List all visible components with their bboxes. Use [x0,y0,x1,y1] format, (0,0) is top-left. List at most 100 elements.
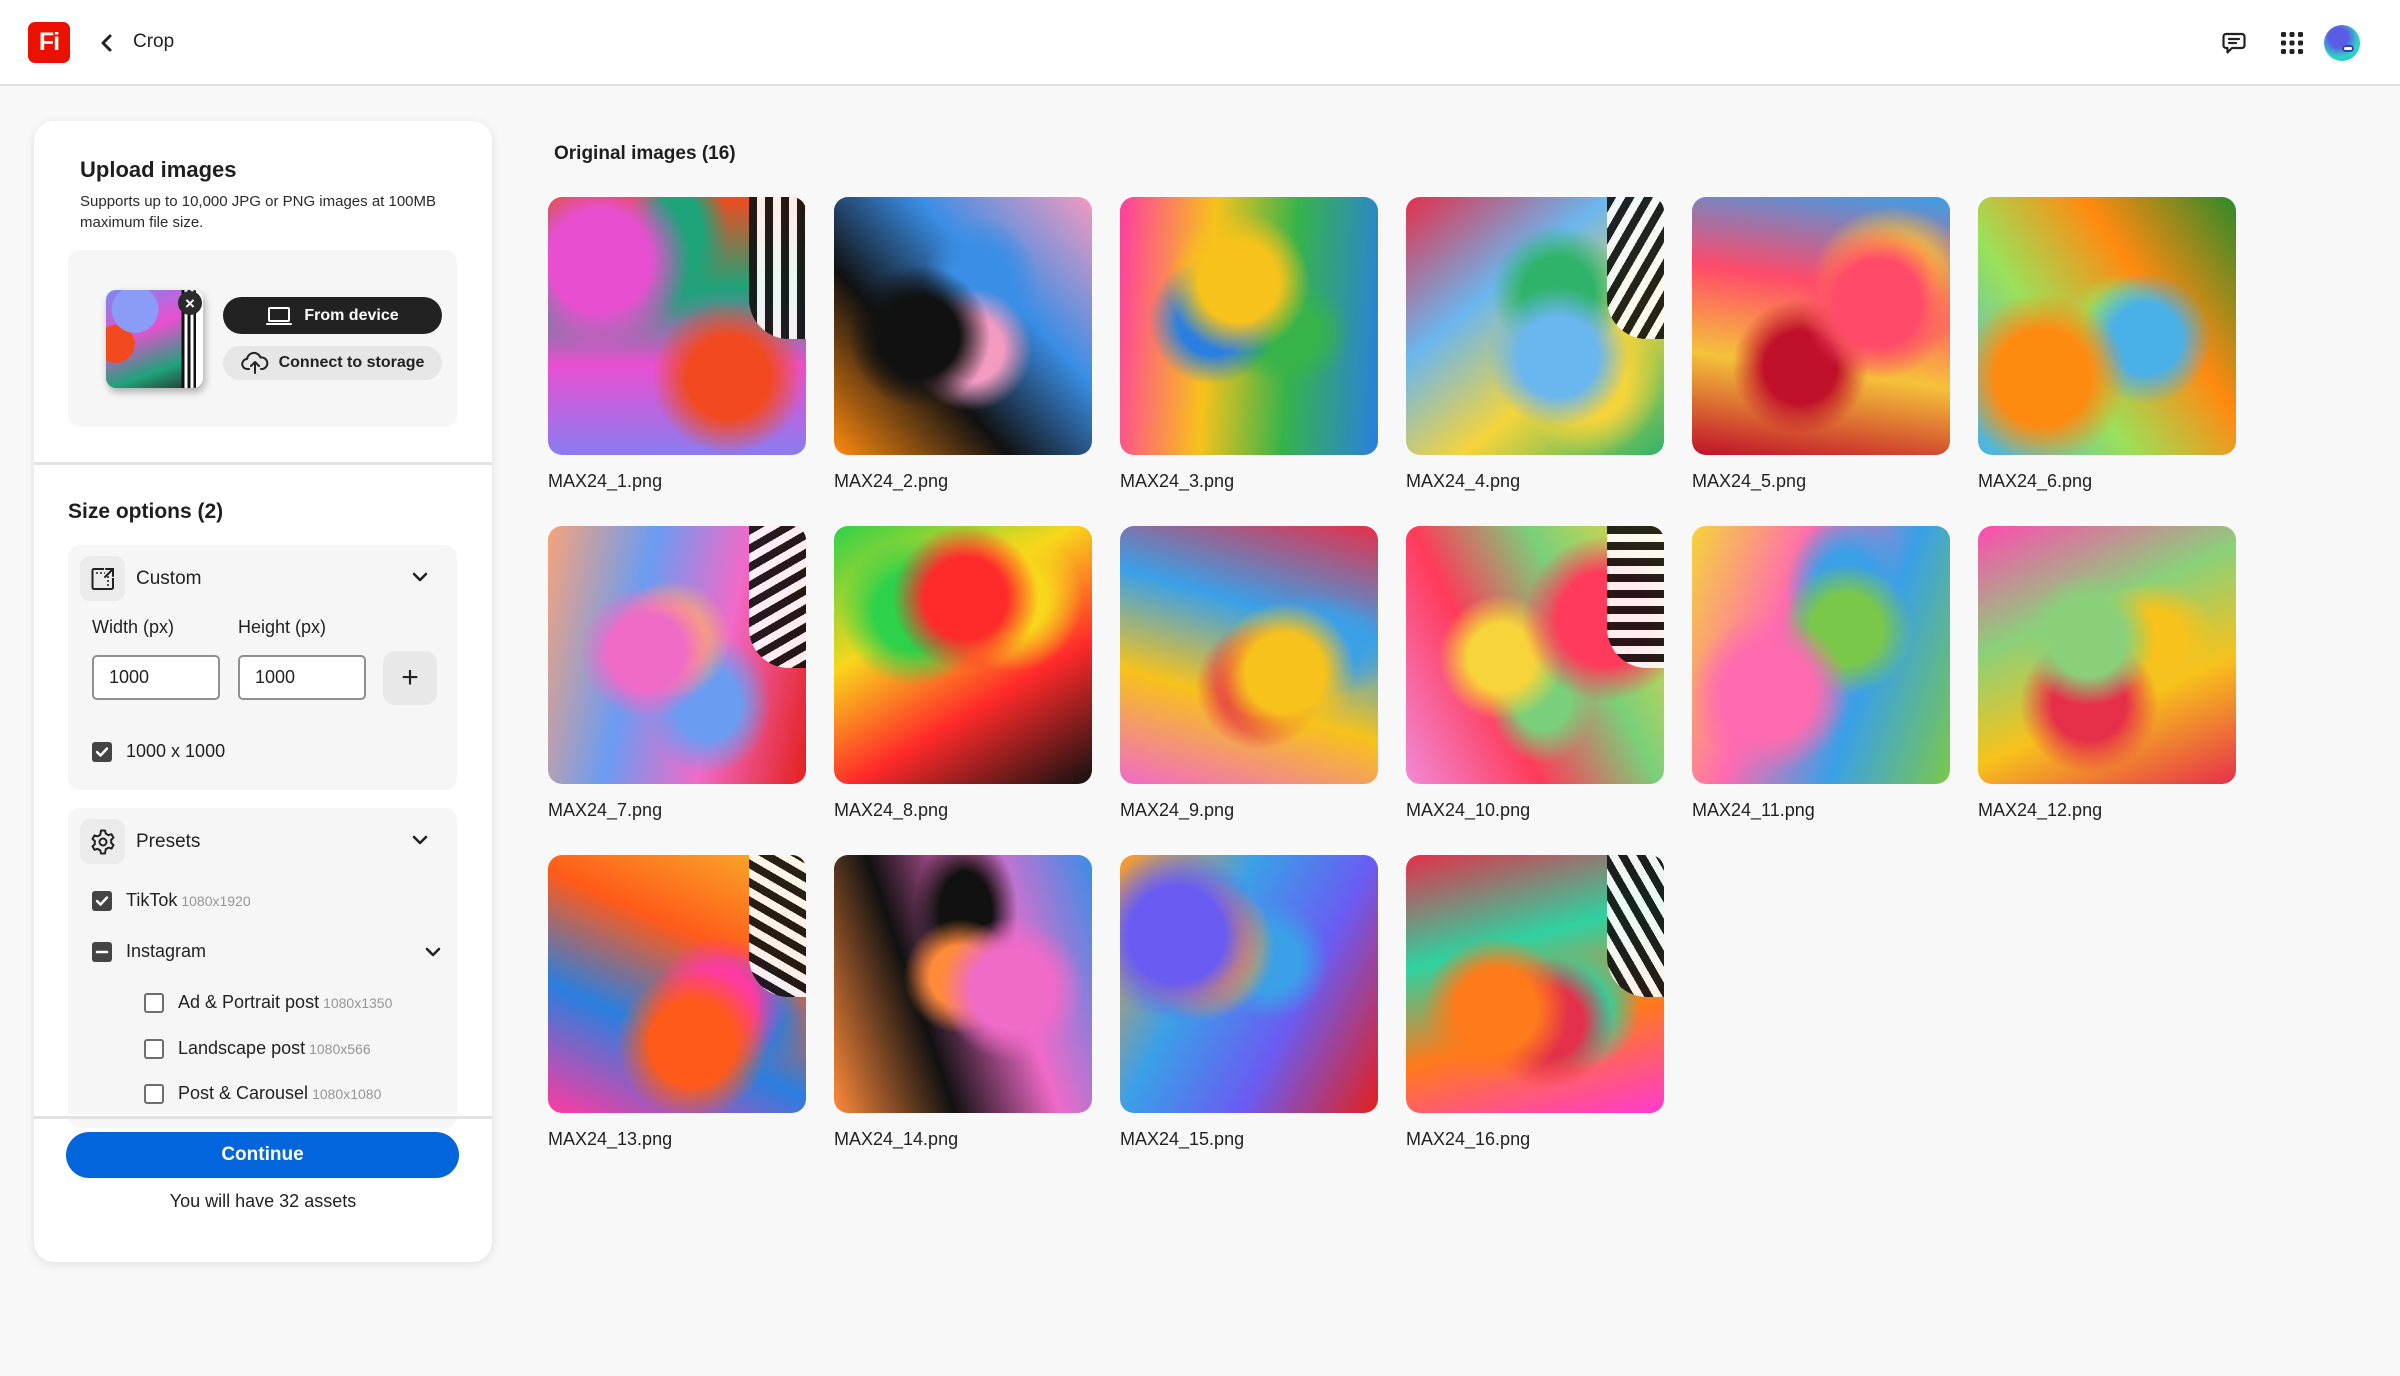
footer-divider [34,1116,492,1119]
image-filename: MAX24_8.png [834,800,949,820]
preset-dims: 1080x1350 [323,995,393,1011]
minus-icon [95,950,109,953]
preset-label: Instagram [126,941,207,961]
remove-upload-button[interactable]: × [178,291,202,315]
image-tile[interactable]: MAX24_14.png [834,855,1092,1150]
image-filename: MAX24_1.png [548,471,663,491]
app-logo[interactable]: Fi [28,22,70,63]
height-label: Height (px) [238,617,327,637]
custom-size-value: 1000 x 1000 [126,741,226,761]
preset-label: TikTok [126,890,178,910]
gallery-title: Original images (16) [554,143,736,164]
presets-header[interactable]: Presets [80,819,445,864]
image-tile[interactable]: MAX24_8.png [834,526,1092,821]
preset-instagram-landscape[interactable]: Landscape post 1080x566 [144,1038,371,1059]
from-device-button[interactable]: From device [223,297,442,334]
checkbox-checked[interactable] [92,890,112,911]
image-tile[interactable]: MAX24_7.png [548,526,806,821]
preset-tiktok[interactable]: TikTok 1080x1920 [92,890,251,911]
checkbox-unchecked[interactable] [144,1038,164,1059]
image-filename: MAX24_6.png [1978,471,2093,491]
preset-instagram[interactable]: Instagram [92,941,442,962]
user-avatar[interactable] [2324,25,2360,61]
image-thumbnail [1120,526,1378,784]
image-tile[interactable]: MAX24_4.png [1406,197,1664,492]
checkbox-checked[interactable] [92,741,112,762]
apps-button[interactable] [2275,26,2309,60]
image-thumbnail [834,855,1092,1113]
preset-instagram-post-carousel[interactable]: Post & Carousel 1080x1080 [144,1083,381,1104]
laptop-icon [266,306,293,325]
image-filename: MAX24_7.png [548,800,663,820]
preset-label: Post & Carousel [178,1083,309,1103]
width-input[interactable] [92,655,220,700]
section-divider [34,462,492,465]
gear-icon [91,829,114,854]
close-icon: × [185,293,195,313]
preset-label: Landscape post [178,1038,306,1058]
preset-dims: 1080x1920 [181,893,251,909]
apps-grid-icon [2281,32,2303,54]
add-size-button[interactable]: + [383,651,437,705]
upload-dropzone[interactable]: × From device Connect to storage [68,250,457,427]
image-filename: MAX24_12.png [1978,800,2103,820]
custom-size-header[interactable]: Custom [80,556,445,601]
checkbox-unchecked[interactable] [144,992,164,1013]
plus-icon: + [401,661,419,694]
image-tile[interactable]: MAX24_16.png [1406,855,1664,1150]
chevron-down-icon[interactable] [411,570,429,584]
preset-dims: 1080x566 [309,1041,371,1057]
image-pattern [749,855,806,997]
image-thumbnail [834,526,1092,784]
preset-dims: 1080x1080 [312,1086,382,1102]
image-tile[interactable]: MAX24_13.png [548,855,806,1150]
custom-size-card: Custom Width (px) Height (px) + 1000 x 1… [68,545,457,790]
image-tile[interactable]: MAX24_12.png [1978,526,2236,821]
width-label: Width (px) [92,617,175,637]
image-filename: MAX24_5.png [1692,471,1807,491]
preset-instagram-ad-portrait[interactable]: Ad & Portrait post 1080x1350 [144,992,392,1013]
chat-icon [2222,32,2246,54]
connect-storage-button[interactable]: Connect to storage [223,346,442,380]
custom-size-label: Custom [136,568,202,589]
settings-panel: Upload images Supports up to 10,000 JPG … [34,121,492,1262]
image-tile[interactable]: MAX24_5.png [1692,197,1950,492]
connect-storage-label: Connect to storage [278,354,425,371]
size-options-title: Size options (2) [68,500,224,523]
image-tile[interactable]: MAX24_6.png [1978,197,2236,492]
checkbox-unchecked[interactable] [144,1083,164,1104]
checkmark-icon [95,895,109,906]
chevron-left-icon [101,34,112,52]
back-button[interactable] [96,30,118,56]
image-thumbnail [1406,526,1664,784]
image-tile[interactable]: MAX24_3.png [1120,197,1378,492]
continue-button[interactable]: Continue [66,1132,459,1178]
image-filename: MAX24_13.png [548,1129,673,1149]
breadcrumb-current: Crop [133,31,175,52]
image-tile[interactable]: MAX24_2.png [834,197,1092,492]
image-filename: MAX24_3.png [1120,471,1235,491]
image-tile[interactable]: MAX24_10.png [1406,526,1664,821]
image-filename: MAX24_10.png [1406,800,1531,820]
image-tile[interactable]: MAX24_9.png [1120,526,1378,821]
image-filename: MAX24_15.png [1120,1129,1245,1149]
chevron-down-icon[interactable] [411,833,429,847]
image-tile[interactable]: MAX24_11.png [1692,526,1950,821]
custom-crop-icon [91,567,114,590]
height-input[interactable] [238,655,366,700]
upload-subtitle: Supports up to 10,000 JPG or PNG images … [80,193,437,231]
image-tile[interactable]: MAX24_1.png [548,197,806,492]
image-tile[interactable]: MAX24_15.png [1120,855,1378,1150]
image-pattern [749,197,806,339]
chevron-down-icon[interactable] [424,945,442,959]
image-thumbnail [548,855,806,1113]
image-filename: MAX24_2.png [834,471,949,491]
image-filename: MAX24_11.png [1692,800,1815,820]
chat-button[interactable] [2217,26,2251,60]
image-filename: MAX24_16.png [1406,1129,1531,1149]
custom-size-checkbox-row[interactable]: 1000 x 1000 [92,741,225,762]
image-thumbnail [1692,197,1950,455]
checkbox-indeterminate[interactable] [92,941,112,962]
preset-label: Ad & Portrait post [178,992,320,1012]
assets-count-text: You will have 32 assets [169,1191,357,1211]
